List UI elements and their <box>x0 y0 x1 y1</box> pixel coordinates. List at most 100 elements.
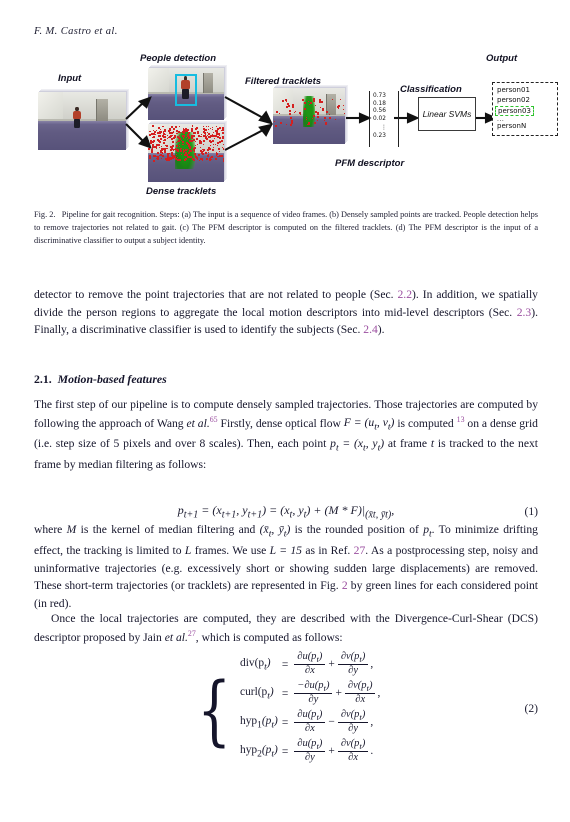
math-p-t2: pt <box>423 523 431 539</box>
arrow-input-to-detection <box>125 96 152 122</box>
descriptor-ellipsis: ⋮ <box>381 123 387 131</box>
citation-27[interactable]: 27 <box>188 629 196 638</box>
para3-seg1: where <box>34 523 67 536</box>
paragraph-motion-features: The first step of our pipeline is to com… <box>34 396 538 474</box>
dense-tracklets-frame <box>148 124 224 182</box>
eq2-row-rhs: ∂u(pt) ∂x − ∂v(pt) ∂y, <box>290 708 382 737</box>
person-legs <box>74 118 81 128</box>
room-door <box>96 98 108 121</box>
section-title: Motion-based features <box>57 372 167 386</box>
output-item-1: person02 <box>497 95 530 104</box>
figure-label-dense-tracklets: Dense tracklets <box>146 186 217 197</box>
para3-seg6: as in Ref. <box>301 544 354 557</box>
arrow-input-to-dense <box>125 122 152 149</box>
eq2-row-lhs: hyp1(pt) <box>240 715 278 731</box>
citation-13[interactable]: 13 <box>457 415 465 424</box>
output-identity-box: person01 person02 person03 ... personN <box>492 82 558 137</box>
descriptor-value-0: 0.73 <box>373 93 386 99</box>
eq2-row-equals: = <box>281 687 289 700</box>
para2-seg5: at frame <box>384 437 431 451</box>
section-ref-2-3[interactable]: 2.3 <box>517 306 532 319</box>
figure-label-output: Output <box>486 53 518 64</box>
arrow-dense-to-filtered <box>224 123 273 152</box>
equation-2-row: curl(pt) = −∂u(pt) ∂y + ∂v(pt) ∂x, <box>238 679 382 708</box>
output-item-2-selected: person03 <box>495 105 553 117</box>
eq2-row-equals: = <box>281 716 289 729</box>
person-figure <box>73 106 82 128</box>
eq2-row-lhs: div(pt) <box>240 656 271 673</box>
arrow-detection-to-filtered <box>224 96 273 125</box>
descriptor-value-last: 0.23 <box>373 132 386 139</box>
para3-seg3: is the rounded position of <box>290 523 424 536</box>
eq2-row-lhs: hyp2(pt) <box>240 744 278 760</box>
para-3: where M is the kernel of median filterin… <box>34 521 538 612</box>
paragraph-median-filter: where M is the kernel of median filterin… <box>34 521 538 612</box>
math-F-a: F = (u <box>343 416 375 430</box>
equation-2-row: hyp1(pt) = ∂u(pt) ∂x − ∂v(pt) ∂y, <box>238 708 382 737</box>
math-pt: pt = (xt, yt) <box>330 437 384 453</box>
figure-caption: Fig. 2. Pipeline for gait recognition. S… <box>34 208 538 247</box>
figure-label-filtered-tracklets: Filtered tracklets <box>245 76 322 87</box>
para4-seg2: , which is computed as follows: <box>195 630 343 644</box>
ref-27[interactable]: 27 <box>354 544 366 557</box>
figure-label-classification: Classification <box>400 84 462 95</box>
linear-svm-classifier-box: Linear SVMs <box>418 97 476 131</box>
equation-2-row: div(pt) = ∂u(pt) ∂x + ∂v(pt) ∂y, <box>238 650 382 679</box>
equation-2-row: hyp2(pt) = ∂u(pt) ∂y + ∂v(pt) ∂x. <box>238 737 382 766</box>
input-video-frame <box>38 92 126 150</box>
equation-1: pt+1 = (xt+1, yt+1) = (xt, yt) + (M * F)… <box>34 503 538 520</box>
eq2-row-rhs: ∂u(pt) ∂x + ∂v(pt) ∂y, <box>290 650 382 679</box>
paragraph-dcs: Once the local trajectories are computed… <box>34 610 538 646</box>
equation-1-expression: pt+1 = (xt+1, yt+1) = (xt, yt) + (M * F)… <box>178 503 394 520</box>
descriptor-value-1: 0.18 <box>373 100 386 107</box>
eq2-row-equals: = <box>281 658 289 671</box>
descriptor-value-2: 0.56 <box>373 108 386 115</box>
eq2-row-rhs: −∂u(pt) ∂y + ∂v(pt) ∂x, <box>290 679 382 708</box>
output-item-0: person01 <box>497 86 530 94</box>
figure-label-input: Input <box>58 73 82 84</box>
filtered-tracklets-frame <box>273 88 345 144</box>
output-item-4: personN <box>497 122 527 131</box>
math-rp-b: , ȳ <box>271 523 284 536</box>
para2-etal: et al. <box>186 416 210 430</box>
para-2: The first step of our pipeline is to com… <box>34 396 538 474</box>
math-L-15: L = 15 <box>269 544 302 557</box>
eq2-row-lhs: curl(pt) <box>240 686 274 702</box>
descriptor-value-3: 0.02 <box>373 115 386 122</box>
eq1-mid3: ) = (x <box>262 503 290 517</box>
eq1-mid2: , y <box>236 503 248 517</box>
section-ref-2-4[interactable]: 2.4 <box>363 323 378 336</box>
equation-1-number: (1) <box>524 505 538 519</box>
selected-identity: person03 <box>495 105 534 116</box>
eq1-sub-a: t+1 <box>221 509 237 521</box>
math-rounded-pos: (x̄t, ȳt) <box>259 523 291 539</box>
eq2-row-equals: = <box>281 745 289 758</box>
section-ref-2-2[interactable]: 2.2 <box>398 288 413 301</box>
math-F-b: , v <box>376 416 388 430</box>
para3-seg2: is the kernel of median filtering and <box>76 523 260 536</box>
figure-label-pfm-descriptor: PFM descriptor <box>335 158 405 169</box>
detection-bounding-box <box>175 74 197 107</box>
math-F: F = (ut, vt) <box>343 416 395 432</box>
para4-etal: et al. <box>164 630 188 644</box>
eq1-mid4: , y <box>292 503 304 517</box>
equation-2: { div(pt) = ∂u(pt) ∂x + ∂v(pt) ∂y, curl(pt) = −∂u… <box>34 650 538 766</box>
math-pt-c: , y <box>365 437 378 451</box>
people-detection-frame <box>148 68 224 120</box>
section-heading-2-1: 2.1. Motion-based features <box>34 371 538 389</box>
caption-label: Fig. 2. <box>34 210 56 219</box>
paragraph-continuation: detector to remove the point trajectorie… <box>34 286 538 339</box>
figure-label-people-detection: People detection <box>140 53 217 64</box>
math-rp-a: (x̄ <box>259 523 269 536</box>
eq1-mid: = (x <box>198 503 222 517</box>
citation-65[interactable]: 65 <box>210 415 218 424</box>
eq1-sub-b: t+1 <box>247 509 263 521</box>
para3-seg5: frames. We use <box>191 544 270 557</box>
room-door <box>202 73 213 93</box>
para2-seg2: Firstly, dense optical flow <box>217 416 344 430</box>
pfm-descriptor-vector: 0.73 0.18 0.56 0.02 ⋮ 0.23 <box>369 91 399 147</box>
room-floor <box>38 121 126 150</box>
linear-svm-label: Linear SVMs <box>422 109 472 119</box>
equation-2-system: div(pt) = ∂u(pt) ∂x + ∂v(pt) ∂y, curl(pt) = −∂u(p… <box>238 650 382 766</box>
eq2-row-rhs: ∂u(pt) ∂y + ∂v(pt) ∂x. <box>290 737 382 766</box>
